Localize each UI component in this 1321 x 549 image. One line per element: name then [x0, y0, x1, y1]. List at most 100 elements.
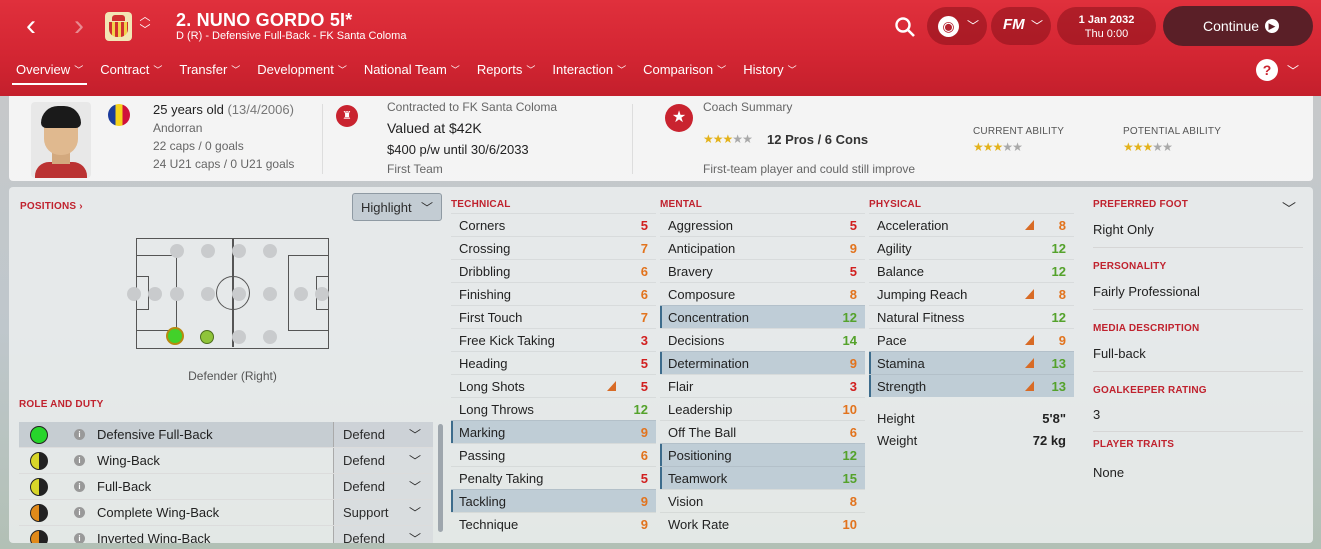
tab-development[interactable]: Development ﹀: [257, 62, 347, 84]
attribute-value: 7: [640, 310, 648, 325]
position-dot: [232, 287, 246, 301]
physical-heading: PHYSICAL: [869, 199, 922, 210]
role-list-scrollbar[interactable]: [438, 424, 443, 532]
position-label: Defender (Right): [188, 369, 277, 383]
role-row[interactable]: i Defensive Full-Back Defend ﹀: [19, 422, 433, 448]
duty-dropdown[interactable]: Defend ﹀: [333, 422, 433, 447]
preferred-foot-value: Right Only: [1093, 222, 1154, 237]
club-badge-icon[interactable]: ♜: [336, 105, 358, 127]
attribute-row[interactable]: Dribbling 6: [451, 259, 656, 282]
world-menu-button[interactable]: ◉ ﹀: [927, 7, 987, 45]
highlight-dropdown[interactable]: Highlight ﹀: [352, 193, 442, 221]
attribute-row[interactable]: Aggression 5: [660, 213, 865, 236]
search-icon[interactable]: [894, 16, 916, 38]
attribute-row[interactable]: Concentration 12: [660, 305, 865, 328]
role-row[interactable]: i Inverted Wing-Back Defend ﹀: [19, 526, 433, 543]
attribute-row[interactable]: Acceleration 8: [869, 213, 1074, 236]
attribute-row[interactable]: Bravery 5: [660, 259, 865, 282]
attribute-value: 8: [849, 287, 857, 302]
positions-heading[interactable]: POSITIONS ›: [20, 201, 83, 212]
help-icon[interactable]: ?: [1256, 59, 1278, 81]
attribute-row[interactable]: Positioning 12: [660, 443, 865, 466]
andorra-flag-icon[interactable]: [108, 104, 130, 126]
attribute-name: Bravery: [668, 264, 713, 279]
info-icon[interactable]: i: [74, 455, 85, 466]
chevron-down-icon[interactable]: ﹀: [1287, 62, 1299, 79]
mental-attributes: Aggression 5 Anticipation 9 Bravery 5 Composur…: [660, 213, 865, 535]
game-date[interactable]: 1 Jan 2032 Thu 0:00: [1057, 7, 1156, 45]
forward-icon[interactable]: ›: [66, 11, 92, 42]
attribute-value: 12: [1051, 264, 1066, 279]
tab-comparison[interactable]: Comparison ﹀: [643, 62, 726, 84]
attribute-row[interactable]: Passing 6: [451, 443, 656, 466]
attribute-row[interactable]: Teamwork 15: [660, 466, 865, 489]
attribute-row[interactable]: Decisions 14: [660, 328, 865, 351]
fm-menu-button[interactable]: FM ﹀: [991, 7, 1051, 45]
back-icon[interactable]: ‹: [18, 11, 44, 42]
role-row[interactable]: i Complete Wing-Back Support ﹀: [19, 500, 433, 526]
duty-dropdown[interactable]: Defend ﹀: [333, 448, 433, 473]
info-icon[interactable]: i: [74, 533, 85, 543]
attribute-row[interactable]: Finishing 6: [451, 282, 656, 305]
tab-history[interactable]: History ﹀: [743, 62, 796, 84]
tab-interaction[interactable]: Interaction ﹀: [552, 62, 626, 84]
duty-dropdown[interactable]: Defend ﹀: [333, 474, 433, 499]
attribute-row[interactable]: Vision 8: [660, 489, 865, 512]
attribute-row[interactable]: Long Throws 12: [451, 397, 656, 420]
attribute-row[interactable]: Technique 9: [451, 512, 656, 535]
tab-reports[interactable]: Reports ﹀: [477, 62, 536, 84]
attribute-row[interactable]: Off The Ball 6: [660, 420, 865, 443]
attribute-row[interactable]: Tackling 9: [451, 489, 656, 512]
attribute-row[interactable]: Penalty Taking 5: [451, 466, 656, 489]
continue-button[interactable]: Continue ▶: [1163, 6, 1313, 46]
tab-national-team[interactable]: National Team ﹀: [364, 62, 460, 84]
attribute-row[interactable]: Marking 9: [451, 420, 656, 443]
duty-dropdown[interactable]: Support ﹀: [333, 500, 433, 525]
club-crest[interactable]: [105, 12, 132, 41]
attribute-row[interactable]: Balance 12: [869, 259, 1074, 282]
tab-overview[interactable]: Overview ﹀: [11, 62, 88, 85]
attribute-value: 12: [842, 310, 857, 325]
attribute-row[interactable]: First Touch 7: [451, 305, 656, 328]
current-ability-stars: ★★★★★: [973, 140, 1023, 154]
attribute-row[interactable]: Corners 5: [451, 213, 656, 236]
attribute-row[interactable]: Anticipation 9: [660, 236, 865, 259]
tab-transfer[interactable]: Transfer ﹀: [179, 62, 240, 84]
star-icon: ★: [722, 132, 734, 146]
attribute-row[interactable]: Agility 12: [869, 236, 1074, 259]
info-icon[interactable]: i: [74, 429, 85, 440]
attribute-name: Determination: [668, 356, 749, 371]
attribute-row[interactable]: Jumping Reach 8: [869, 282, 1074, 305]
attribute-row[interactable]: Natural Fitness 12: [869, 305, 1074, 328]
attribute-row[interactable]: Pace 9: [869, 328, 1074, 351]
info-icon[interactable]: i: [74, 507, 85, 518]
attribute-flag-icon: [1025, 358, 1034, 368]
goalkeeper-rating-label: GOALKEEPER RATING: [1093, 385, 1207, 396]
attribute-row[interactable]: Heading 5: [451, 351, 656, 374]
attribute-row[interactable]: Stamina 13: [869, 351, 1074, 374]
star-icon: ★: [1012, 140, 1023, 154]
attribute-row[interactable]: Crossing 7: [451, 236, 656, 259]
attribute-value: 9: [640, 494, 648, 509]
attribute-row[interactable]: Work Rate 10: [660, 512, 865, 535]
attribute-row[interactable]: Free Kick Taking 3: [451, 328, 656, 351]
attribute-row[interactable]: Long Shots 5: [451, 374, 656, 397]
duty-dropdown[interactable]: Defend ﹀: [333, 526, 433, 543]
attribute-row[interactable]: Strength 13: [869, 374, 1074, 397]
star-icon: ★: [1123, 140, 1134, 154]
attribute-row[interactable]: Determination 9: [660, 351, 865, 374]
attribute-row[interactable]: Flair 3: [660, 374, 865, 397]
role-row[interactable]: i Wing-Back Defend ﹀: [19, 448, 433, 474]
attribute-row[interactable]: Leadership 10: [660, 397, 865, 420]
tab-contract[interactable]: Contract ﹀: [100, 62, 162, 84]
attribute-name: Flair: [668, 379, 694, 394]
attribute-row[interactable]: Composure 8: [660, 282, 865, 305]
attribute-value: 9: [1058, 333, 1066, 348]
player-switch-icon[interactable]: ︿ ﹀: [139, 11, 151, 37]
info-icon[interactable]: i: [74, 481, 85, 492]
weight-row: Weight 72 kg: [877, 433, 1066, 448]
pros-cons[interactable]: 12 Pros / 6 Cons: [767, 132, 868, 147]
chevron-down-icon[interactable]: ﹀: [1282, 199, 1296, 219]
role-row[interactable]: i Full-Back Defend ﹀: [19, 474, 433, 500]
attribute-value: 12: [633, 402, 648, 417]
